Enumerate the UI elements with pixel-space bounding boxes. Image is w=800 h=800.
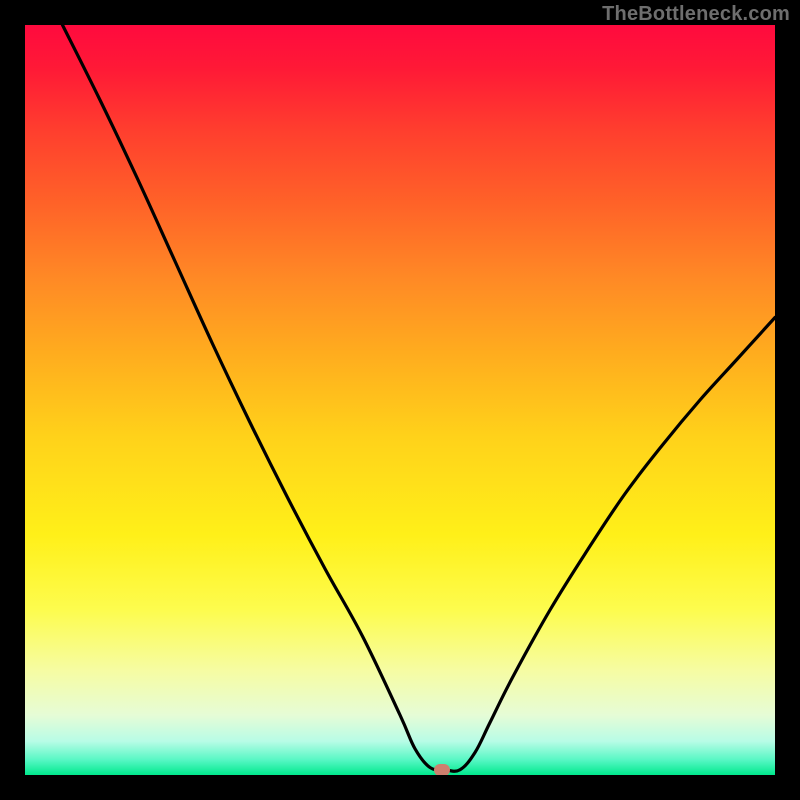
watermark-text: TheBottleneck.com: [602, 3, 790, 26]
optimal-point-marker: [434, 764, 450, 775]
plot-area: [25, 25, 775, 775]
bottleneck-curve: [63, 25, 776, 771]
curve-svg: [25, 25, 775, 775]
chart-frame: TheBottleneck.com: [0, 0, 800, 800]
